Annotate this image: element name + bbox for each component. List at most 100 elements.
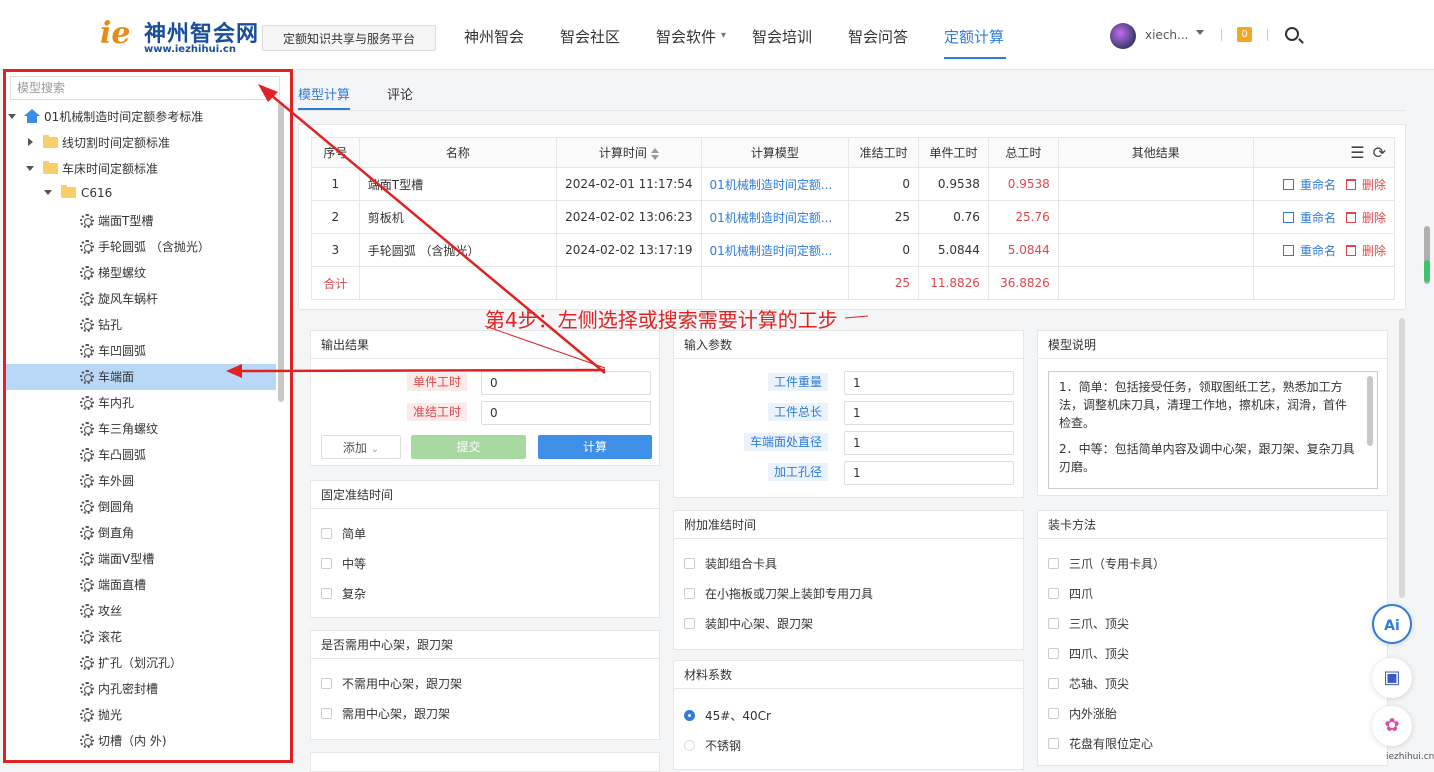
collapse-icon[interactable] [28, 138, 33, 146]
calc-button[interactable]: 计算 [538, 435, 652, 459]
tree-root[interactable]: 01机械制造时间定额参考标准 [4, 104, 276, 130]
ai-assistant-button[interactable]: Ai [1372, 604, 1412, 644]
desc-scrollbar[interactable] [1367, 376, 1373, 446]
tree-item[interactable]: 钻孔 [4, 312, 276, 338]
checkbox[interactable] [684, 588, 695, 599]
book-icon[interactable]: ▣ [1372, 658, 1412, 698]
tree-item[interactable]: 内孔密封槽 [4, 676, 276, 702]
option-medium[interactable]: 中等 [321, 555, 366, 572]
param-weight-field[interactable]: 1 [844, 371, 1014, 395]
checkbox[interactable] [1048, 678, 1059, 689]
nav-software-caret-icon[interactable]: ▾ [721, 30, 726, 41]
tree-item[interactable]: 端面T型槽 [4, 208, 276, 234]
expand-icon[interactable] [44, 190, 52, 195]
checkbox[interactable] [321, 558, 332, 569]
delete-button[interactable]: 删除 [1345, 211, 1386, 225]
column-settings-icon[interactable]: ☰ [1350, 143, 1364, 162]
tree-item[interactable]: 车外圆 [4, 468, 276, 494]
option-combo-fixture[interactable]: 装卸组合卡具 [684, 555, 777, 572]
option-stainless[interactable]: 不锈钢 [684, 737, 741, 754]
cell-model-link[interactable]: 01机械制造时间定额... [700, 200, 850, 234]
clamp-option[interactable]: 内外涨胎 [1048, 705, 1117, 722]
nav-software[interactable]: 智会软件 [656, 26, 716, 47]
tree-item[interactable]: 扩孔（划沉孔） [4, 650, 276, 676]
tree-item[interactable]: 车凹圆弧 [4, 338, 276, 364]
col-header-sortable[interactable]: 计算时间 [556, 137, 702, 168]
clamp-option[interactable]: 三爪（专用卡具） [1048, 555, 1165, 572]
table-row[interactable]: 2 剪板机 2024-02-02 13:06:23 01机械制造时间定额... 25 0.… [311, 200, 1396, 234]
add-dropdown[interactable]: 添加 ⌄ [321, 435, 401, 459]
checkbox[interactable] [321, 588, 332, 599]
param-length-field[interactable]: 1 [844, 401, 1014, 425]
delete-button[interactable]: 删除 [1345, 244, 1386, 258]
expand-icon[interactable] [8, 114, 16, 119]
clamp-option[interactable]: 四爪、顶尖 [1048, 645, 1129, 662]
tree-item[interactable]: 梯型螺纹 [4, 260, 276, 286]
tree-item[interactable]: 滚花 [4, 624, 276, 650]
avatar[interactable] [1110, 23, 1136, 49]
tree-item[interactable]: 倒直角 [4, 520, 276, 546]
clamp-option[interactable]: 芯轴、顶尖 [1048, 675, 1129, 692]
nav-qa[interactable]: 智会问答 [848, 26, 908, 47]
tab-model-calc[interactable]: 模型计算 [298, 84, 350, 103]
nav-community[interactable]: 智会社区 [560, 26, 620, 47]
table-row[interactable]: 3 手轮圆弧 （含抛光） 2024-02-02 13:17:19 01机械制造时间定额… [311, 233, 1396, 267]
model-search-input[interactable]: 模型搜索 [10, 76, 280, 100]
tree-item[interactable]: 旋风车蜗杆 [4, 286, 276, 312]
submit-button[interactable]: 提交 [411, 435, 526, 459]
option-need-rest[interactable]: 需用中心架，跟刀架 [321, 705, 450, 722]
option-45-steel[interactable]: 45#、40Cr [684, 707, 771, 724]
checkbox[interactable] [1048, 648, 1059, 659]
tree-folder-lathe[interactable]: 车床时间定额标准 [4, 156, 276, 182]
nav-training[interactable]: 智会培训 [752, 26, 812, 47]
rename-button[interactable]: 重命名 [1282, 244, 1336, 258]
unit-hours-field[interactable]: 0 [481, 371, 651, 395]
tree-item[interactable]: 端面V型槽 [4, 546, 276, 572]
option-steady-rest[interactable]: 装卸中心架、跟刀架 [684, 615, 813, 632]
tree-folder-wire-cut[interactable]: 线切割时间定额标准 [4, 130, 276, 156]
param-diameter-field[interactable]: 1 [844, 431, 1014, 455]
checkbox[interactable] [321, 708, 332, 719]
tree-item[interactable]: 车三角螺纹 [4, 416, 276, 442]
option-no-rest[interactable]: 不需用中心架，跟刀架 [321, 675, 462, 692]
tree-item[interactable]: 端面直槽 [4, 572, 276, 598]
cell-model-link[interactable]: 01机械制造时间定额... [700, 233, 850, 267]
search-icon[interactable] [1285, 27, 1299, 41]
checkbox[interactable] [1048, 618, 1059, 629]
param-bore-field[interactable]: 1 [844, 461, 1014, 485]
option-simple[interactable]: 简单 [321, 525, 366, 542]
radio[interactable] [684, 710, 695, 721]
delete-button[interactable]: 删除 [1345, 178, 1386, 192]
cell-model-link[interactable]: 01机械制造时间定额... [700, 167, 850, 201]
tree-item[interactable]: 车内孔 [4, 390, 276, 416]
tree-item[interactable]: 抛光 [4, 702, 276, 728]
checkbox[interactable] [684, 558, 695, 569]
nav-quota-calc[interactable]: 定额计算 [944, 26, 1004, 47]
option-complex[interactable]: 复杂 [321, 585, 366, 602]
sort-icon[interactable] [650, 147, 659, 160]
refresh-icon[interactable]: ⟳ [1373, 143, 1386, 162]
site-logo[interactable]: ie 神州智会网 www.iezhihui.cn [100, 14, 258, 58]
clamp-option[interactable]: 花盘有限位定心 [1048, 735, 1153, 752]
clamp-option[interactable]: 三爪、顶尖 [1048, 615, 1129, 632]
tree-folder-c616[interactable]: C616 [4, 180, 276, 206]
radio[interactable] [684, 740, 695, 751]
checkbox[interactable] [321, 528, 332, 539]
rename-button[interactable]: 重命名 [1282, 211, 1336, 225]
checkbox[interactable] [1048, 588, 1059, 599]
tab-comments[interactable]: 评论 [387, 84, 413, 103]
checkbox[interactable] [1048, 558, 1059, 569]
checkbox[interactable] [684, 618, 695, 629]
content-scrollbar[interactable] [1399, 318, 1405, 598]
tree-item[interactable]: 手轮圆弧 （含抛光） [4, 234, 276, 260]
setup-hours-field[interactable]: 0 [481, 401, 651, 425]
tree-item[interactable]: 切槽（内 外) [4, 728, 276, 754]
user-menu-caret-icon[interactable] [1196, 30, 1204, 35]
brain-icon[interactable]: ✿ [1372, 706, 1412, 746]
user-name[interactable]: xiech... [1145, 28, 1188, 42]
checkbox[interactable] [1048, 738, 1059, 749]
tree-scrollbar[interactable] [278, 102, 284, 402]
checkbox[interactable] [321, 678, 332, 689]
tree-item[interactable]: 车凸圆弧 [4, 442, 276, 468]
model-desc-text[interactable]: 1．简单：包括接受任务，领取图纸工艺，熟悉加工方法，调整机床刀具，清理工作地，擦… [1048, 371, 1378, 489]
